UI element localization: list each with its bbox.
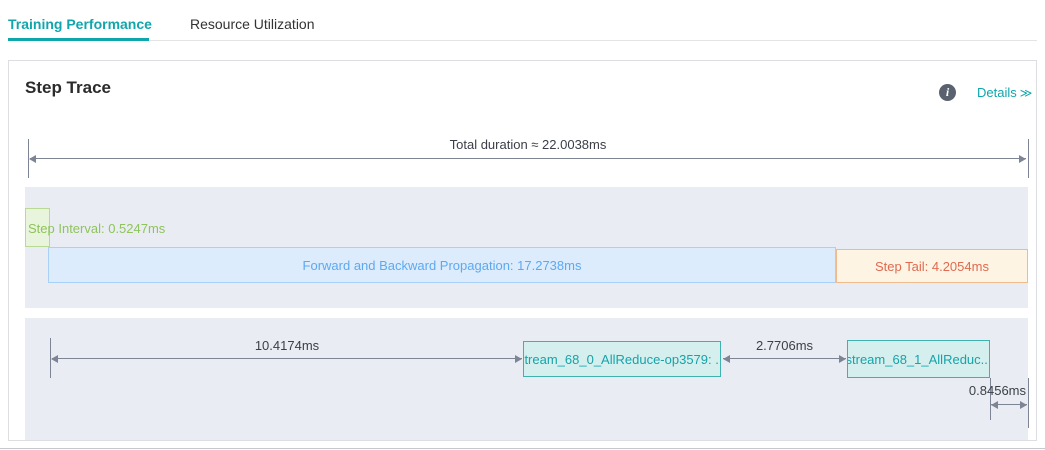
arrowhead-right-icon [1019,155,1026,163]
arrowhead-left-icon [723,355,730,363]
reduce-row-track [25,318,1028,440]
post-gap-label: 0.8456ms [918,383,1026,398]
info-icon-glyph: i [946,85,949,100]
double-chevron-right-icon: ≫ [1020,86,1033,100]
mid-gap-arrow-line [723,358,846,359]
step-tail-bar[interactable]: Step Tail: 4.2054ms [836,249,1028,283]
info-icon[interactable]: i [939,84,956,101]
active-tab-underline [8,38,149,41]
arrowhead-left-icon [29,155,36,163]
details-label: Details [977,85,1017,100]
tab-bar-divider [8,40,1037,41]
step-interval-label: Step Interval: 0.5247ms [28,221,165,236]
mid-gap-label: 2.7706ms [723,338,846,353]
allreduce-op-2-box[interactable]: stream_68_1_AllReduc... [847,340,990,378]
arrowhead-right-icon [515,355,522,363]
total-duration-arrow-line [30,158,1026,159]
total-duration-label: Total duration ≈ 22.0038ms [28,137,1028,152]
arrowhead-left-icon [51,355,58,363]
arrowhead-right-icon [839,355,846,363]
pre-gap-label: 10.4174ms [52,338,522,353]
profiler-page: Training Performance Resource Utilizatio… [0,0,1045,450]
arrowhead-left-icon [991,401,998,409]
fp-bp-bar[interactable]: Forward and Backward Propagation: 17.273… [48,247,836,283]
details-link[interactable]: Details≫ [977,85,1032,100]
post-gap-right-tick [1028,378,1029,428]
tab-training-performance[interactable]: Training Performance [8,16,152,32]
panel-title: Step Trace [25,78,111,98]
pre-gap-arrow-line [52,358,522,359]
tab-resource-utilization[interactable]: Resource Utilization [190,16,315,32]
arrowhead-right-icon [1020,401,1027,409]
total-duration-right-tick [1028,139,1029,178]
allreduce-op-1-box[interactable]: stream_68_0_AllReduce-op3579: ... [523,341,721,377]
window-bottom-edge [0,448,1045,449]
